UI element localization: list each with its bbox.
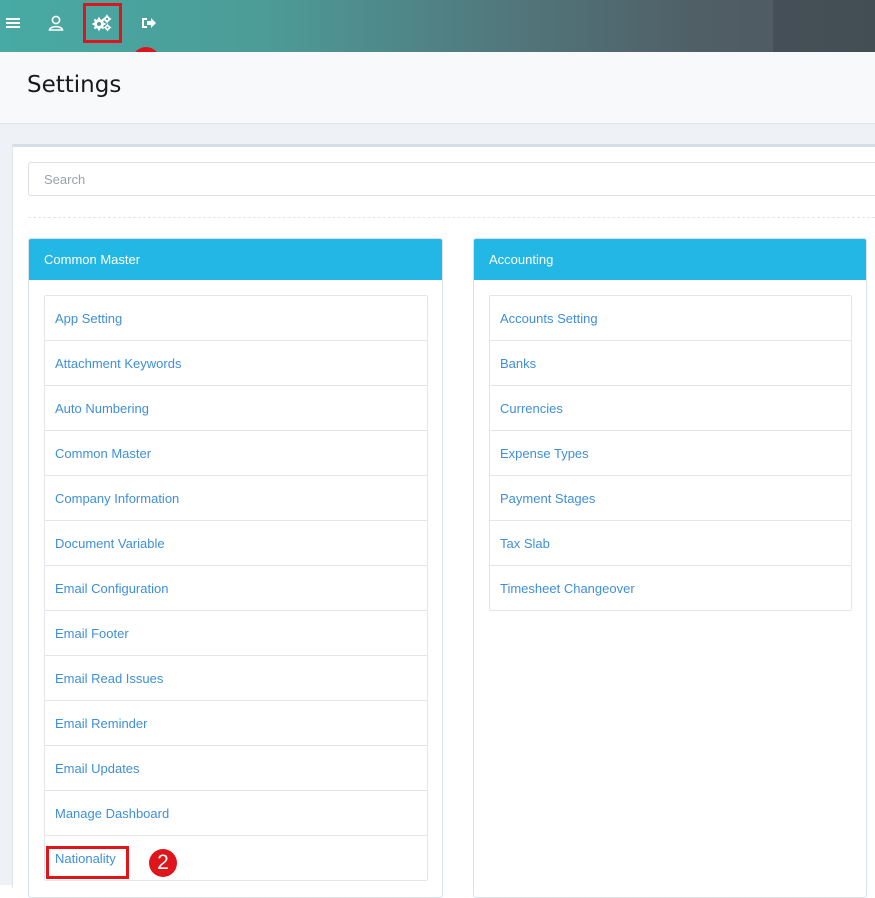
list-item-timesheet-changeover[interactable]: Timesheet Changeover [490, 566, 851, 610]
list-item-company-information[interactable]: Company Information [45, 476, 427, 521]
list-item-app-setting[interactable]: App Setting [45, 296, 427, 341]
list-item-email-configuration[interactable]: Email Configuration [45, 566, 427, 611]
sign-out-icon[interactable] [138, 12, 160, 34]
page-title: Settings [27, 72, 122, 98]
list-item-attachment-keywords[interactable]: Attachment Keywords [45, 341, 427, 386]
divider [28, 217, 875, 218]
list-accounting: Accounts Setting Banks Currencies Expens… [489, 295, 852, 611]
panel-title-accounting: Accounting [474, 239, 866, 280]
user-icon[interactable] [45, 12, 67, 34]
list-item-manage-dashboard[interactable]: Manage Dashboard [45, 791, 427, 836]
page-header: Settings [0, 52, 875, 124]
list-item-currencies[interactable]: Currencies [490, 386, 851, 431]
list-item-common-master[interactable]: Common Master [45, 431, 427, 476]
menu-icon[interactable] [2, 12, 24, 34]
list-common-master: App Setting Attachment Keywords Auto Num… [44, 295, 428, 881]
list-item-banks[interactable]: Banks [490, 341, 851, 386]
list-item-expense-types[interactable]: Expense Types [490, 431, 851, 476]
highlight-box-settings [83, 3, 122, 43]
navbar-shade [773, 0, 875, 52]
list-item-payment-stages[interactable]: Payment Stages [490, 476, 851, 521]
list-item-email-read-issues[interactable]: Email Read Issues [45, 656, 427, 701]
panel-accounting: Accounting Accounts Setting Banks Curren… [473, 238, 867, 898]
list-item-email-updates[interactable]: Email Updates [45, 746, 427, 791]
top-navbar [0, 0, 875, 52]
list-item-document-variable[interactable]: Document Variable [45, 521, 427, 566]
step-badge-2: 2 [149, 849, 177, 877]
panel-title-common-master: Common Master [29, 239, 442, 280]
list-item-accounts-setting[interactable]: Accounts Setting [490, 296, 851, 341]
search-input[interactable] [28, 162, 875, 196]
list-item-auto-numbering[interactable]: Auto Numbering [45, 386, 427, 431]
list-item-tax-slab[interactable]: Tax Slab [490, 521, 851, 566]
list-item-email-reminder[interactable]: Email Reminder [45, 701, 427, 746]
list-item-email-footer[interactable]: Email Footer [45, 611, 427, 656]
highlight-box-nationality [46, 846, 129, 879]
panel-common-master: Common Master App Setting Attachment Key… [28, 238, 443, 898]
